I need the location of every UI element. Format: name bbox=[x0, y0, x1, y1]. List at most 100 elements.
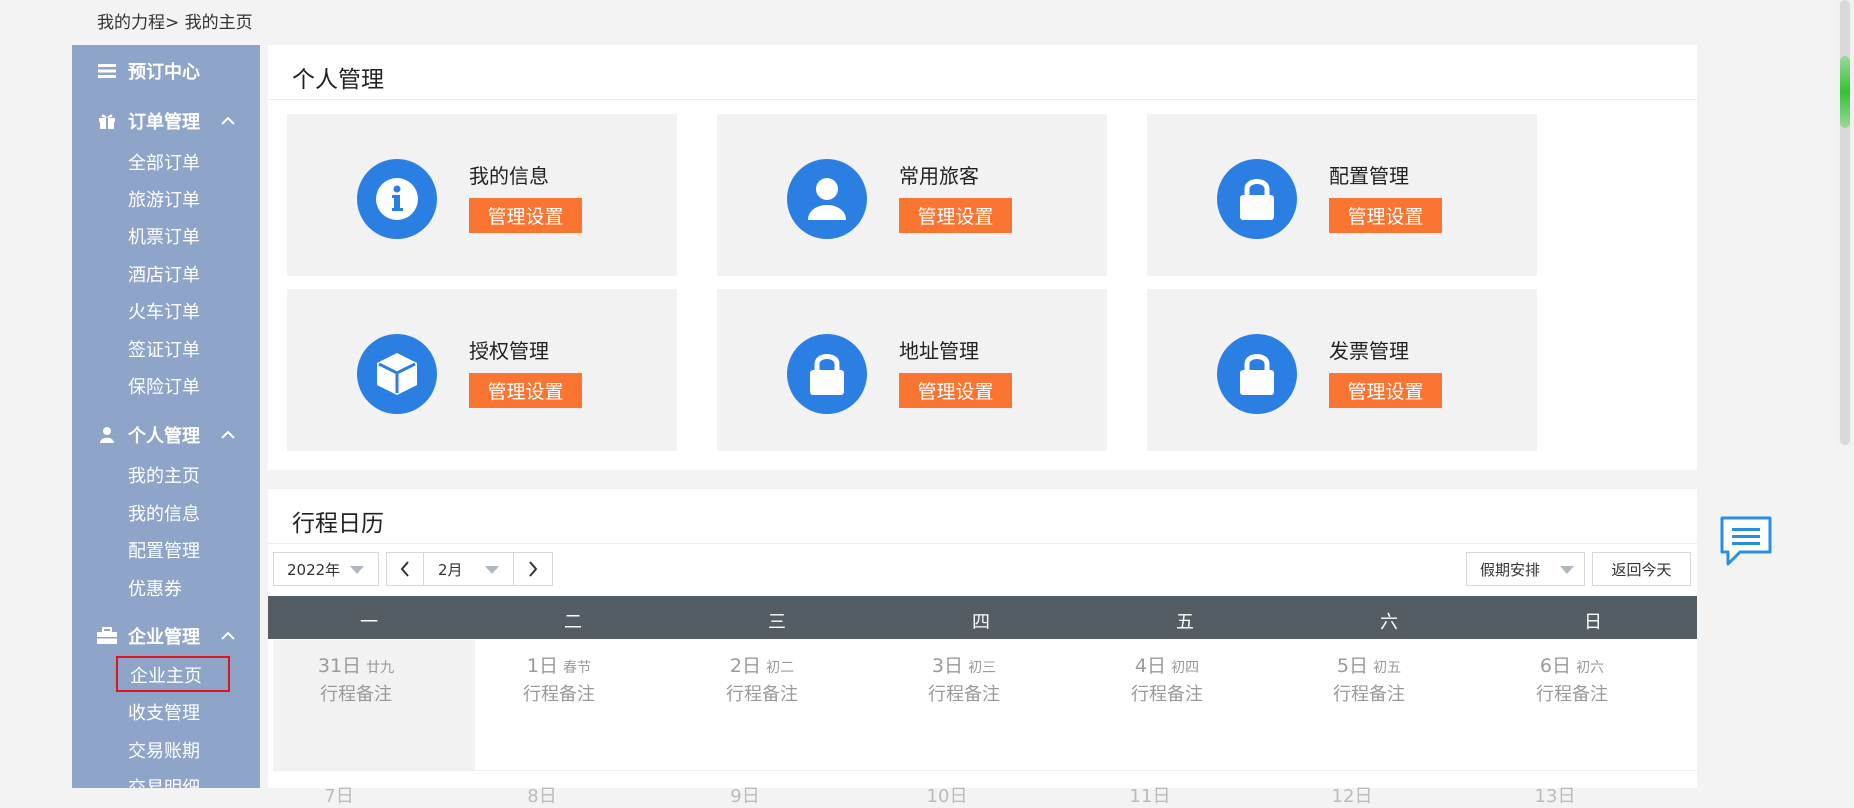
day-number: 1日 bbox=[526, 655, 558, 677]
day-number: 31日 bbox=[317, 655, 362, 677]
next-month-button[interactable] bbox=[513, 552, 553, 586]
lunar-date: 廿九 bbox=[366, 660, 395, 676]
sidebar-booking-center[interactable]: 预订中心 bbox=[72, 51, 260, 91]
trip-note: 行程备注 bbox=[1131, 684, 1203, 705]
chevron-up-icon[interactable] bbox=[220, 427, 236, 443]
sidebar-item-visa-orders[interactable]: 签证订单 bbox=[128, 336, 200, 366]
calendar-day[interactable]: 6日 初六 行程备注 bbox=[1492, 651, 1652, 706]
trip-note: 行程备注 bbox=[928, 684, 1000, 705]
page-scrollbar[interactable] bbox=[1836, 0, 1854, 445]
calendar-day-number[interactable]: 13日 bbox=[1525, 782, 1585, 808]
calendar-day-number[interactable]: 12日 bbox=[1322, 782, 1382, 808]
chevron-right-icon bbox=[529, 561, 538, 577]
manage-settings-button[interactable]: 管理设置 bbox=[469, 198, 582, 233]
sidebar-item-my-home[interactable]: 我的主页 bbox=[128, 462, 200, 492]
weekday-sun: 日 bbox=[1584, 612, 1602, 633]
manage-settings-button[interactable]: 管理设置 bbox=[1329, 198, 1442, 233]
calendar-day[interactable]: 31日 廿九 行程备注 bbox=[276, 651, 436, 706]
card-invoice-management: 发票管理 管理设置 bbox=[1147, 289, 1537, 451]
sidebar-item-coupons[interactable]: 优惠券 bbox=[128, 575, 182, 605]
user-icon bbox=[96, 424, 118, 446]
sidebar-item-travel-orders[interactable]: 旅游订单 bbox=[128, 186, 200, 216]
trip-note: 行程备注 bbox=[1536, 684, 1608, 705]
sidebar-item-enterprise-home[interactable]: 企业主页 bbox=[116, 656, 230, 692]
lock-icon bbox=[1217, 334, 1297, 414]
day-number: 4日 bbox=[1134, 655, 1166, 677]
sidebar-head-label: 个人管理 bbox=[128, 426, 200, 447]
weekday-tue: 二 bbox=[564, 612, 582, 633]
panel-title: 行程日历 bbox=[292, 511, 384, 537]
holiday-select[interactable]: 假期安排 bbox=[1466, 552, 1585, 586]
sidebar-enterprise-management[interactable]: 企业管理 bbox=[72, 616, 260, 656]
lunar-date: 春节 bbox=[563, 660, 592, 676]
sidebar-item-all-orders[interactable]: 全部订单 bbox=[128, 149, 200, 179]
card-title: 发票管理 bbox=[1329, 339, 1409, 363]
manage-settings-button[interactable]: 管理设置 bbox=[1329, 373, 1442, 408]
calendar-day-number[interactable]: 8日 bbox=[512, 782, 572, 808]
trip-note: 行程备注 bbox=[1333, 684, 1405, 705]
day-number: 2日 bbox=[729, 655, 761, 677]
chevron-up-icon[interactable] bbox=[220, 628, 236, 644]
chat-icon[interactable] bbox=[1718, 514, 1774, 568]
cube-icon bbox=[357, 334, 437, 414]
weekday-mon: 一 bbox=[360, 612, 378, 633]
manage-settings-button[interactable]: 管理设置 bbox=[469, 373, 582, 408]
user-icon bbox=[787, 159, 867, 239]
sidebar-item-config[interactable]: 配置管理 bbox=[128, 537, 200, 567]
day-number: 3日 bbox=[931, 655, 963, 677]
sidebar-item-hotel-orders[interactable]: 酒店订单 bbox=[128, 261, 200, 291]
weekday-header: 一 二 三 四 五 六 日 bbox=[268, 596, 1697, 639]
trip-note: 行程备注 bbox=[726, 684, 798, 705]
lock-icon bbox=[1217, 159, 1297, 239]
briefcase-icon bbox=[96, 625, 118, 647]
caret-down-icon bbox=[485, 566, 499, 574]
caret-down-icon bbox=[350, 566, 364, 574]
sidebar-item-flight-orders[interactable]: 机票订单 bbox=[128, 223, 200, 253]
weekday-fri: 五 bbox=[1176, 612, 1194, 633]
calendar-day-number[interactable]: 10日 bbox=[917, 782, 977, 808]
info-icon bbox=[357, 159, 437, 239]
chevron-up-icon[interactable] bbox=[220, 113, 236, 129]
manage-settings-button[interactable]: 管理设置 bbox=[899, 198, 1012, 233]
month-select[interactable]: 2月 bbox=[423, 552, 514, 586]
sidebar-item-my-info[interactable]: 我的信息 bbox=[128, 500, 200, 530]
calendar-day[interactable]: 5日 初五 行程备注 bbox=[1289, 651, 1449, 706]
sidebar-order-management[interactable]: 订单管理 bbox=[72, 101, 260, 141]
today-label: 返回今天 bbox=[1611, 560, 1672, 579]
calendar-day[interactable]: 1日 春节 行程备注 bbox=[479, 651, 639, 706]
calendar-day-number[interactable]: 9日 bbox=[715, 782, 775, 808]
sidebar-head-label: 预订中心 bbox=[128, 62, 200, 83]
month-value: 2月 bbox=[438, 560, 463, 579]
sidebar-head-label: 订单管理 bbox=[128, 112, 200, 133]
calendar-day[interactable]: 4日 初四 行程备注 bbox=[1087, 651, 1247, 706]
card-frequent-travelers: 常用旅客 管理设置 bbox=[717, 114, 1107, 276]
calendar-day-number[interactable]: 11日 bbox=[1120, 782, 1180, 808]
sidebar-head-label: 企业管理 bbox=[128, 627, 200, 648]
sidebar-item-trade-details[interactable]: 交易明细 bbox=[128, 774, 200, 788]
year-select[interactable]: 2022年 bbox=[273, 552, 379, 586]
calendar-day[interactable]: 3日 初三 行程备注 bbox=[884, 651, 1044, 706]
sidebar: 预订中心 订单管理 全部订单 旅游订单 机票订单 酒店订单 火车订单 签证订单 … bbox=[72, 45, 260, 788]
prev-month-button[interactable] bbox=[386, 552, 424, 586]
calendar-day-number[interactable]: 7日 bbox=[309, 782, 369, 808]
divider bbox=[268, 543, 1697, 544]
manage-settings-button[interactable]: 管理设置 bbox=[899, 373, 1012, 408]
calendar-day[interactable]: 2日 初二 行程备注 bbox=[682, 651, 842, 706]
card-title: 我的信息 bbox=[469, 164, 549, 188]
sidebar-item-income-expense[interactable]: 收支管理 bbox=[128, 699, 200, 729]
sidebar-personal-management[interactable]: 个人管理 bbox=[72, 415, 260, 455]
divider bbox=[268, 99, 1697, 100]
gift-icon bbox=[96, 110, 118, 132]
card-title: 地址管理 bbox=[899, 339, 979, 363]
holiday-value: 假期安排 bbox=[1480, 560, 1541, 579]
sidebar-item-train-orders[interactable]: 火车订单 bbox=[128, 298, 200, 328]
menu-icon bbox=[96, 60, 118, 82]
card-config-management: 配置管理 管理设置 bbox=[1147, 114, 1537, 276]
back-to-today-button[interactable]: 返回今天 bbox=[1592, 552, 1691, 586]
weekday-wed: 三 bbox=[768, 612, 786, 633]
weekday-sat: 六 bbox=[1380, 612, 1398, 633]
scrollbar-thumb[interactable] bbox=[1840, 56, 1850, 128]
sidebar-item-trade-period[interactable]: 交易账期 bbox=[128, 737, 200, 767]
caret-down-icon bbox=[1560, 566, 1574, 574]
sidebar-item-insurance-orders[interactable]: 保险订单 bbox=[128, 373, 200, 403]
